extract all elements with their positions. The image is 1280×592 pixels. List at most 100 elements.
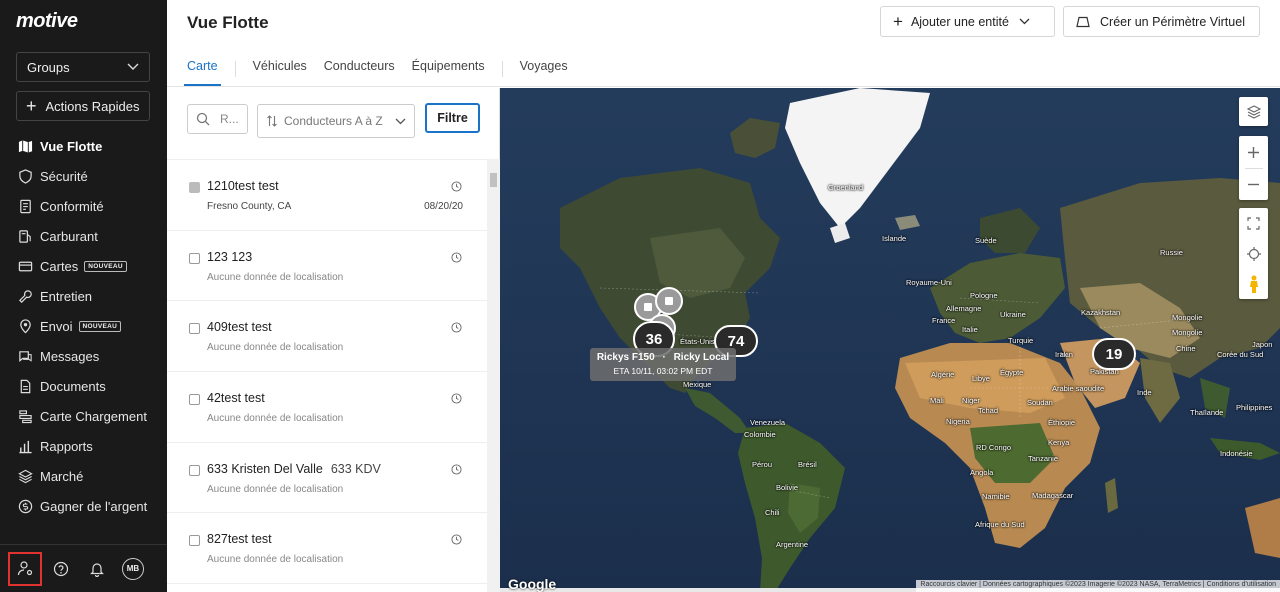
nav-label: Documents: [40, 378, 106, 394]
nav-item-carburant[interactable]: Carburant: [0, 221, 167, 251]
notifications-button[interactable]: [80, 552, 114, 586]
crosshair-icon: [1246, 246, 1261, 261]
zoom-in-button[interactable]: [1247, 137, 1260, 168]
list-item[interactable]: 123 123 Aucune donnée de localisation: [167, 231, 487, 302]
groups-select[interactable]: Groups: [16, 52, 150, 82]
row-checkbox[interactable]: [189, 182, 200, 193]
sort-icon: [267, 115, 277, 127]
clock-icon[interactable]: [451, 464, 462, 475]
driver-location: Aucune donnée de localisation: [207, 342, 344, 354]
nav-item-rapports[interactable]: Rapports: [0, 431, 167, 461]
list-item[interactable]: 42test test Aucune donnée de localisatio…: [167, 372, 487, 443]
help-button[interactable]: [44, 552, 78, 586]
scrollbar-thumb[interactable]: [490, 173, 497, 187]
sort-select[interactable]: Conducteurs A à Z: [257, 104, 415, 138]
admin-settings-button[interactable]: [8, 551, 42, 586]
list-scrollbar[interactable]: [487, 159, 500, 592]
driver-location: Aucune donnée de localisation: [207, 554, 344, 566]
map-label: États-Unis: [680, 337, 715, 346]
nav-label: Cartes: [40, 258, 79, 274]
street-view-button[interactable]: [1249, 269, 1259, 299]
create-geofence-button[interactable]: Créer un Périmètre Virtuel: [1063, 6, 1260, 37]
filter-button[interactable]: Filtre: [425, 103, 480, 133]
nav-item-vue-flotte[interactable]: Vue Flotte: [0, 131, 167, 161]
zoom-out-button[interactable]: [1247, 169, 1260, 200]
sort-label: Conducteurs A à Z: [284, 113, 383, 128]
nav-item-documents[interactable]: Documents: [0, 371, 167, 401]
main-nav: Vue Flotte Sécurité Conformité Carburant…: [0, 131, 167, 521]
world-satellite-map: [500, 88, 1280, 592]
nav-item-entretien[interactable]: Entretien: [0, 281, 167, 311]
avatar: MB: [122, 557, 144, 580]
list-item[interactable]: 409test test Aucune donnée de localisati…: [167, 301, 487, 373]
list-item[interactable]: 633 Kristen Del Valle 633 KDV Aucune donn…: [167, 443, 487, 514]
locate-button[interactable]: [1246, 239, 1261, 269]
last-seen-date: 08/20/20: [424, 201, 463, 212]
motive-logo[interactable]: motive: [16, 10, 78, 33]
map-label: Brésil: [798, 460, 817, 469]
map-label: Madagascar: [1032, 491, 1074, 500]
layers-button[interactable]: [1239, 97, 1268, 126]
tab-divider: [234, 61, 236, 77]
row-checkbox[interactable]: [189, 464, 200, 476]
nav-label: Marché: [40, 468, 84, 484]
chevron-down-icon: [1019, 18, 1030, 25]
row-checkbox[interactable]: [189, 252, 200, 264]
tab-equipements[interactable]: Équipements: [412, 59, 485, 79]
map-icon: [17, 138, 33, 154]
add-entity-button[interactable]: + Ajouter une entité: [880, 6, 1055, 37]
location-icon: [17, 318, 33, 334]
driver-list-panel: R... Conducteurs A à Z Filtre 1210test t…: [167, 88, 500, 592]
list-item[interactable]: 827test test Aucune donnée de localisati…: [167, 513, 487, 585]
clock-icon[interactable]: [451, 534, 462, 545]
tab-voyages[interactable]: Voyages: [520, 59, 568, 79]
map-label: Colombie: [744, 430, 776, 439]
driver-name: 42test test: [207, 391, 265, 405]
driver-name: 409test test: [207, 320, 272, 334]
document-icon: [17, 198, 33, 214]
driver-name: 827test test: [207, 532, 272, 546]
nav-item-cartes[interactable]: Cartes NOUVEAU: [0, 251, 167, 281]
map-label: Russie: [1160, 248, 1183, 257]
fleet-map[interactable]: Groenland Islande Suède Russie Royaume-U…: [500, 88, 1280, 592]
clock-icon[interactable]: [451, 322, 462, 333]
driver-location: Fresno County, CA: [207, 201, 292, 212]
user-settings-icon: [17, 561, 32, 576]
clock-icon[interactable]: [451, 393, 462, 404]
row-checkbox[interactable]: [189, 323, 200, 335]
map-attribution[interactable]: Raccourcis clavier | Données cartographi…: [916, 580, 1280, 592]
map-label: Tanzanie: [1028, 454, 1059, 463]
profile-button[interactable]: MB: [116, 552, 150, 586]
map-label: Corée du Sud: [1217, 350, 1264, 359]
nav-item-carte-chargement[interactable]: Carte Chargement: [0, 401, 167, 431]
vehicle-pin[interactable]: [655, 287, 683, 315]
nav-item-messages[interactable]: Messages: [0, 341, 167, 371]
tab-vehicules[interactable]: Véhicules: [253, 59, 307, 79]
list-item[interactable]: 1210test test Fresno County, CA 08/20/20: [167, 160, 487, 231]
tab-carte[interactable]: Carte: [184, 59, 221, 86]
nav-label: Entretien: [40, 288, 93, 304]
nav-item-gagner[interactable]: Gagner de l'argent: [0, 491, 167, 521]
vehicle-code: 633 KDV: [330, 461, 381, 476]
nav-item-conformite[interactable]: Conformité: [0, 191, 167, 221]
chevron-down-icon: [127, 63, 139, 70]
row-checkbox[interactable]: [189, 394, 200, 406]
chevron-down-icon: [395, 118, 406, 124]
vehicle-cluster[interactable]: 19: [1092, 338, 1136, 370]
nav-item-marche[interactable]: Marché: [0, 461, 167, 491]
app-root: motive Groups + Actions Rapides Vue Flot…: [0, 0, 1280, 592]
load-icon: [17, 408, 33, 424]
nav-item-securite[interactable]: Sécurité: [0, 161, 167, 191]
clock-icon[interactable]: [451, 252, 462, 263]
map-label: Kenya: [1048, 438, 1070, 447]
search-input[interactable]: R...: [187, 104, 248, 134]
map-label: Arabie saoudite: [1052, 384, 1105, 393]
tab-conducteurs[interactable]: Conducteurs: [324, 59, 395, 79]
nav-label: Envoi: [40, 318, 73, 334]
row-checkbox[interactable]: [189, 535, 200, 547]
nav-item-envoi[interactable]: Envoi NOUVEAU: [0, 311, 167, 341]
chat-icon: [17, 348, 33, 364]
quick-actions-button[interactable]: + Actions Rapides: [16, 91, 150, 121]
fullscreen-button[interactable]: [1247, 209, 1260, 239]
clock-icon[interactable]: [451, 181, 462, 192]
